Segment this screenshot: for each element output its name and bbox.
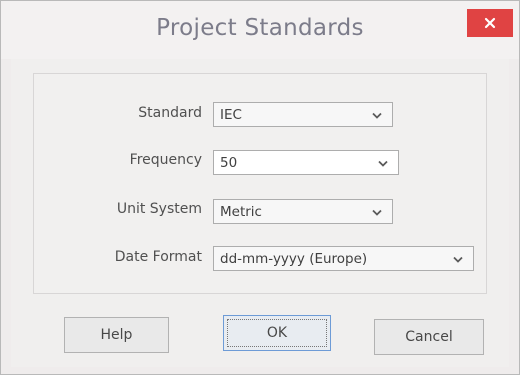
standard-label: Standard xyxy=(138,105,202,121)
cancel-button[interactable]: Cancel xyxy=(374,319,484,355)
standard-value: IEC xyxy=(220,107,242,123)
title-bar[interactable]: Project Standards xyxy=(1,1,519,59)
project-standards-dialog: Project Standards Standard IEC Frequency… xyxy=(0,0,520,375)
standard-select[interactable]: IEC xyxy=(213,102,393,127)
chevron-down-icon xyxy=(453,256,463,263)
help-button-label: Help xyxy=(100,327,133,343)
close-icon xyxy=(484,17,496,29)
chevron-down-icon xyxy=(372,112,382,119)
frequency-label: Frequency xyxy=(129,152,202,168)
chevron-down-icon xyxy=(378,160,388,167)
date-format-value: dd-mm-yyyy (Europe) xyxy=(220,251,368,267)
unit-system-value: Metric xyxy=(220,204,262,220)
standards-group: Standard IEC Frequency 50 Unit System Me… xyxy=(33,73,487,294)
frequency-select[interactable]: 50 xyxy=(213,150,399,175)
date-format-select[interactable]: dd-mm-yyyy (Europe) xyxy=(213,246,474,271)
dialog-title: Project Standards xyxy=(156,15,364,41)
cancel-button-label: Cancel xyxy=(405,329,453,345)
focus-rectangle xyxy=(227,319,327,347)
unit-system-select[interactable]: Metric xyxy=(213,199,393,224)
unit-system-label: Unit System xyxy=(116,201,202,217)
chevron-down-icon xyxy=(372,209,382,216)
close-button[interactable] xyxy=(467,9,513,37)
ok-button[interactable]: OK xyxy=(223,315,331,351)
dialog-body: Standard IEC Frequency 50 Unit System Me… xyxy=(11,59,509,367)
date-format-label: Date Format xyxy=(114,249,202,265)
frequency-value: 50 xyxy=(220,155,238,171)
help-button[interactable]: Help xyxy=(64,317,169,353)
